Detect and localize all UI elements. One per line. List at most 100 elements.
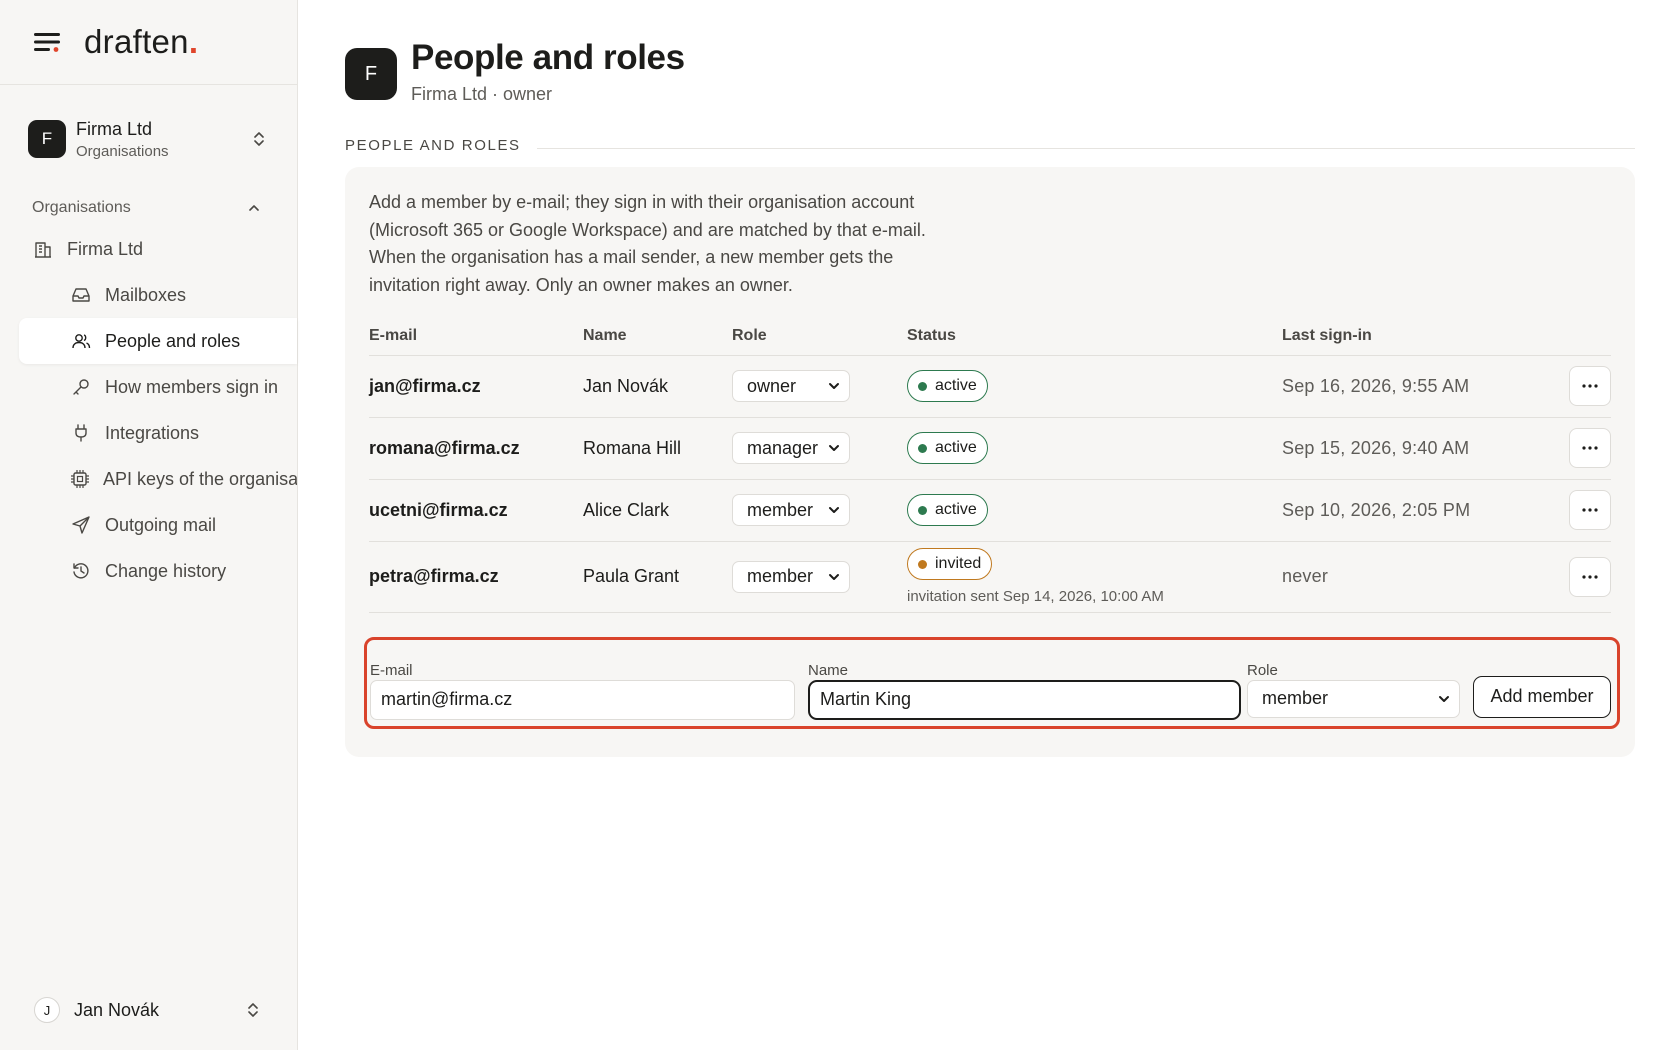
org-avatar: F (28, 120, 66, 158)
more-horizontal-icon (1582, 446, 1598, 450)
page-title: People and roles (411, 38, 685, 77)
chevron-down-icon (1439, 695, 1449, 702)
member-last-sign-in: Sep 15, 2026, 9:40 AM (1282, 417, 1567, 480)
status-label: active (935, 439, 977, 456)
col-header-last-sign-in: Last sign-in (1282, 317, 1567, 356)
page-header: F People and roles Firma Ltd · owner (345, 38, 1635, 105)
logo[interactable]: draften. (84, 23, 198, 61)
role-select[interactable]: owner (732, 370, 850, 402)
status-label: invited (935, 555, 982, 572)
user-avatar: J (34, 997, 60, 1023)
member-name: Jan Novák (583, 355, 732, 418)
chevron-down-icon (829, 507, 839, 513)
org-switcher-name: Firma Ltd (76, 118, 153, 139)
member-last-sign-in: never (1282, 541, 1567, 613)
name-field-group: Name Martin King (808, 662, 1241, 720)
member-name: Alice Clark (583, 479, 732, 542)
row-actions-button[interactable] (1569, 428, 1611, 468)
plug-icon (70, 422, 92, 444)
add-member-button[interactable]: Add member (1473, 675, 1611, 718)
users-icon (70, 330, 92, 352)
people-card: Add a member by e-mail; they sign in wit… (345, 167, 1635, 757)
status-badge: active (907, 370, 988, 402)
organisations-section-toggle[interactable]: Organisations (0, 196, 297, 220)
col-header-actions (1567, 317, 1611, 356)
member-name: Paula Grant (583, 541, 732, 613)
user-switcher[interactable]: J Jan Novák (34, 992, 263, 1028)
row-actions-button[interactable] (1569, 366, 1611, 406)
member-last-sign-in: Sep 10, 2026, 2:05 PM (1282, 479, 1567, 542)
status-label: active (935, 501, 977, 518)
sidebar-item-people-and-roles[interactable]: People and roles (19, 318, 297, 364)
page-org-avatar: F (345, 48, 397, 100)
member-email: jan@firma.cz (369, 355, 583, 418)
menu-icon[interactable] (32, 30, 62, 54)
role-select[interactable]: member (732, 494, 850, 526)
role-select-value: member (747, 499, 814, 520)
member-email: romana@firma.cz (369, 417, 583, 480)
member-email: petra@firma.cz (369, 541, 583, 613)
member-name: Romana Hill (583, 417, 732, 480)
sidebar-item-label: API keys of the organisation (103, 468, 297, 489)
sidebar-item-label: Firma Ltd (67, 238, 144, 259)
sidebar-item-firma-ltd[interactable]: Firma Ltd (0, 226, 297, 272)
invitation-note: invitation sent Sep 14, 2026, 10:00 AM (907, 588, 1164, 605)
status-dot (918, 381, 927, 391)
email-field-group: E-mail martin@firma.cz (370, 662, 795, 720)
chevron-down-icon (829, 445, 839, 451)
table-row: romana@firma.cz Romana Hill manager acti… (369, 417, 1611, 480)
section-title: PEOPLE AND ROLES (345, 137, 521, 154)
name-field-label: Name (808, 661, 849, 679)
section-divider (536, 148, 1635, 149)
chevron-updown-icon (243, 999, 263, 1021)
brand-bar: draften. (0, 0, 297, 85)
sidebar-item-api-keys[interactable]: API keys of the organisation (0, 456, 297, 502)
sidebar-item-how-members-sign-in[interactable]: How members sign in (0, 364, 297, 410)
sidebar-item-integrations[interactable]: Integrations (0, 410, 297, 456)
col-header-status: Status (907, 317, 1282, 356)
sidebar-item-label: Outgoing mail (105, 514, 217, 535)
sidebar-item-label: How members sign in (105, 376, 279, 397)
table-row: ucetni@firma.cz Alice Clark member activ… (369, 479, 1611, 542)
status-dot (918, 443, 927, 453)
email-field[interactable]: martin@firma.cz (370, 679, 795, 720)
sidebar-item-label: Change history (105, 560, 227, 581)
org-switcher[interactable]: F Firma Ltd Organisations (0, 106, 297, 172)
role-select-value: manager (747, 437, 819, 458)
sidebar-item-mailboxes[interactable]: Mailboxes (0, 272, 297, 318)
send-icon (70, 514, 92, 536)
chevron-down-icon (829, 383, 839, 389)
name-field[interactable]: Martin King (808, 679, 1241, 720)
history-icon (70, 560, 92, 582)
role-select-value: owner (747, 375, 797, 396)
table-row: petra@firma.cz Paula Grant member invite… (369, 541, 1611, 613)
row-actions-button[interactable] (1569, 556, 1611, 597)
page-subtitle: Firma Ltd · owner (411, 84, 553, 104)
section-heading: PEOPLE AND ROLES (345, 137, 1635, 154)
new-member-role-select[interactable]: member (1247, 679, 1460, 718)
status-badge: active (907, 494, 988, 526)
new-member-role-value: member (1262, 688, 1329, 708)
status-dot (918, 505, 927, 515)
member-email: ucetni@firma.cz (369, 479, 583, 542)
sidebar-item-label: Mailboxes (105, 284, 187, 305)
user-name: Jan Novák (74, 999, 160, 1020)
col-header-name: Name (583, 317, 732, 356)
add-member-form: E-mail martin@firma.cz Name Martin King … (364, 636, 1620, 729)
more-horizontal-icon (1582, 384, 1598, 388)
status-label: active (935, 377, 977, 394)
table-row: jan@firma.cz Jan Novák owner active Sep … (369, 355, 1611, 418)
intro-text: Add a member by e-mail; they sign in wit… (369, 192, 926, 295)
chevron-updown-icon (249, 128, 269, 150)
sidebar-item-outgoing-mail[interactable]: Outgoing mail (0, 502, 297, 548)
chip-icon (70, 468, 90, 490)
role-field-label: Role (1247, 661, 1278, 679)
col-header-role: Role (732, 317, 907, 356)
role-select[interactable]: member (732, 560, 850, 593)
main-content: F People and roles Firma Ltd · owner PEO… (345, 0, 1635, 757)
role-select[interactable]: manager (732, 432, 850, 464)
row-actions-button[interactable] (1569, 490, 1611, 530)
sidebar-item-change-history[interactable]: Change history (0, 548, 297, 594)
role-select-value: member (747, 566, 814, 586)
sidebar-item-label: People and roles (105, 330, 241, 351)
